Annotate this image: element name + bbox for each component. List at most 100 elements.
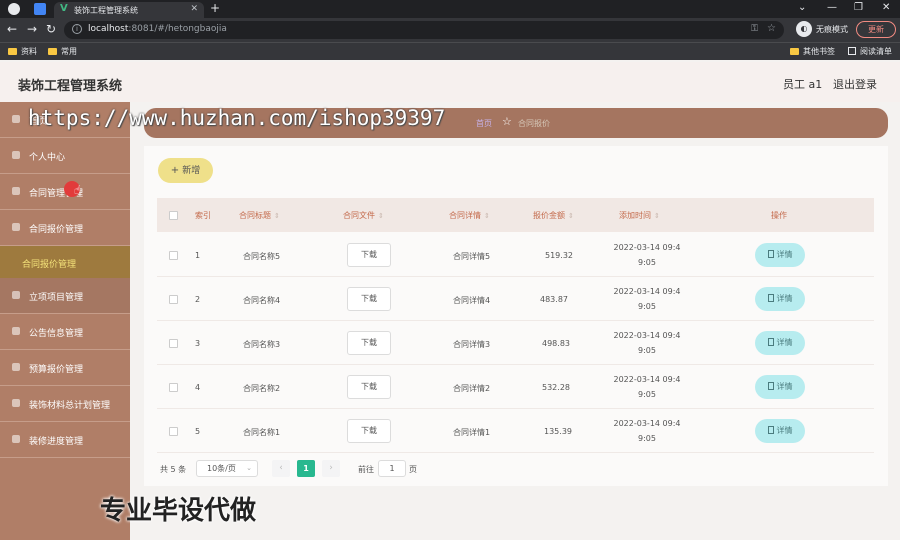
- header-amount[interactable]: 报价金额 ⇕: [533, 210, 574, 221]
- cell-detail: 合同详情5: [453, 252, 491, 261]
- folder-icon: [48, 48, 57, 55]
- cell-index: 3: [195, 339, 201, 348]
- user-icon: [12, 151, 20, 159]
- download-button[interactable]: 下载: [347, 331, 391, 355]
- table-row: 4 合同名称2 下载 合同详情2 532.28 2022-03-14 09:4 9…: [157, 365, 874, 409]
- document-icon: [767, 426, 774, 434]
- row-checkbox[interactable]: [169, 427, 178, 436]
- cell-index: 4: [195, 383, 201, 392]
- detail-button[interactable]: 详情: [755, 243, 805, 267]
- forward-icon[interactable]: →: [27, 22, 37, 36]
- sidebar-item-project[interactable]: 立项项目管理: [0, 278, 130, 314]
- prev-page-button[interactable]: ‹: [272, 460, 290, 477]
- cell-detail: 合同详情4: [453, 296, 491, 305]
- browser-tabbar: V 装饰工程管理系统 ✕ + ⌄ — ❐ ✕: [0, 0, 900, 18]
- sidebar-item-budget[interactable]: 预算报价管理: [0, 350, 130, 386]
- incognito-icon[interactable]: ◐: [796, 21, 812, 37]
- bookmark-folder[interactable]: 常用: [48, 46, 77, 57]
- back-icon[interactable]: ←: [7, 22, 17, 36]
- table-row: 2 合同名称4 下载 合同详情4 483.87 2022-03-14 09:4 9…: [157, 277, 874, 321]
- header-title[interactable]: 合同标题 ⇕: [239, 210, 280, 221]
- cell-amount: 498.83: [542, 339, 570, 348]
- cell-title: 合同名称2: [243, 384, 281, 393]
- row-checkbox[interactable]: [169, 251, 178, 260]
- table-row: 1 合同名称5 下载 合同详情5 519.32 2022-03-14 09:4 9…: [157, 233, 874, 277]
- download-button[interactable]: 下载: [347, 419, 391, 443]
- cell-title: 合同名称5: [243, 252, 281, 261]
- cell-index: 2: [195, 295, 201, 304]
- add-button[interactable]: + 新增: [158, 158, 213, 183]
- close-icon[interactable]: ✕: [882, 2, 890, 13]
- select-all-checkbox[interactable]: [169, 211, 178, 220]
- browser-tab-icon[interactable]: [34, 3, 46, 15]
- sidebar-item-progress[interactable]: 装修进度管理: [0, 422, 130, 458]
- goto-label: 前往: [358, 465, 374, 474]
- row-checkbox[interactable]: [169, 383, 178, 392]
- browser-tab-icon[interactable]: [8, 3, 20, 15]
- document-icon: [767, 382, 774, 390]
- info-icon[interactable]: i: [72, 24, 82, 34]
- logout-link[interactable]: 退出登录: [833, 76, 877, 92]
- key-icon[interactable]: ⚿: [751, 24, 758, 34]
- breadcrumb-home[interactable]: 首页: [476, 118, 492, 129]
- cell-index: 5: [195, 427, 201, 436]
- browser-toolbar: ← → ↻ i localhost:8081/#/hetongbaojia ⚿ …: [0, 18, 900, 42]
- download-button[interactable]: 下载: [347, 243, 391, 267]
- sidebar-item-notice[interactable]: 公告信息管理: [0, 314, 130, 350]
- detail-button[interactable]: 详情: [755, 287, 805, 311]
- header-index: 索引: [195, 211, 211, 220]
- folder-icon: [790, 48, 799, 55]
- project-icon: [12, 291, 20, 299]
- page-suffix: 页: [409, 465, 417, 474]
- next-page-button[interactable]: ›: [322, 460, 340, 477]
- header-time[interactable]: 添加时间 ⇕: [619, 210, 660, 221]
- list-icon: [12, 187, 20, 195]
- header-file[interactable]: 合同文件 ⇕: [343, 210, 384, 221]
- star-icon: ☆: [502, 115, 512, 128]
- sort-icon: ⇕: [274, 212, 280, 220]
- table-header: 索引 合同标题 ⇕ 合同文件 ⇕ 合同详情 ⇕ 报价金额 ⇕ 添加时间 ⇕ 操作: [157, 198, 874, 232]
- cell-title: 合同名称3: [243, 340, 281, 349]
- new-tab-icon[interactable]: +: [210, 1, 220, 15]
- pagination-total: 共 5 条: [160, 465, 187, 474]
- close-icon[interactable]: ✕: [190, 4, 198, 14]
- goto-page-input[interactable]: 1: [378, 460, 406, 477]
- row-checkbox[interactable]: [169, 295, 178, 304]
- update-button[interactable]: 更新: [856, 21, 896, 38]
- address-bar[interactable]: i localhost:8081/#/hetongbaojia ⚿ ☆: [64, 21, 784, 39]
- header-detail[interactable]: 合同详情 ⇕: [449, 210, 490, 221]
- detail-button[interactable]: 详情: [755, 331, 805, 355]
- chevron-down-icon: ⌄: [246, 464, 252, 472]
- sidebar-item-profile[interactable]: 个人中心: [0, 138, 130, 174]
- reload-icon[interactable]: ↻: [46, 22, 56, 36]
- bookmark-star-icon[interactable]: ☆: [767, 23, 776, 34]
- budget-icon: [12, 363, 20, 371]
- cell-amount: 483.87: [540, 295, 568, 304]
- cell-title: 合同名称1: [243, 428, 281, 437]
- vue-logo-icon: V: [60, 3, 68, 14]
- doc-icon: [12, 223, 20, 231]
- other-bookmarks[interactable]: 其他书签: [790, 46, 835, 57]
- detail-button[interactable]: 详情: [755, 375, 805, 399]
- sidebar-item-material[interactable]: 装饰材料总计划管理: [0, 386, 130, 422]
- sidebar-item-contract-quote[interactable]: 合同报价管理: [0, 210, 130, 246]
- download-button[interactable]: 下载: [347, 287, 391, 311]
- folder-icon: [8, 48, 17, 55]
- download-button[interactable]: 下载: [347, 375, 391, 399]
- sort-icon: ⇕: [378, 212, 384, 220]
- bookmark-folder[interactable]: 资料: [8, 46, 37, 57]
- row-checkbox[interactable]: [169, 339, 178, 348]
- restore-icon[interactable]: ❐: [854, 2, 863, 13]
- pointer-hand-icon: ☝: [74, 183, 82, 197]
- page-size-select[interactable]: 10条/页 ⌄: [196, 460, 258, 477]
- table-row: 3 合同名称3 下载 合同详情3 498.83 2022-03-14 09:4 9…: [157, 321, 874, 365]
- browser-tab-active[interactable]: V 装饰工程管理系统 ✕: [54, 2, 204, 18]
- sidebar-subitem-contract-quote[interactable]: 合同报价管理: [0, 246, 130, 278]
- detail-button[interactable]: 详情: [755, 419, 805, 443]
- cell-time: 2022-03-14 09:4 9:05: [613, 287, 681, 311]
- minimize-icon[interactable]: —: [827, 2, 837, 13]
- reading-list[interactable]: 阅读清单: [848, 46, 892, 57]
- browser-tab-title: 装饰工程管理系统: [74, 6, 138, 15]
- page-number-current[interactable]: 1: [297, 460, 315, 477]
- chevron-down-icon[interactable]: ⌄: [798, 2, 806, 13]
